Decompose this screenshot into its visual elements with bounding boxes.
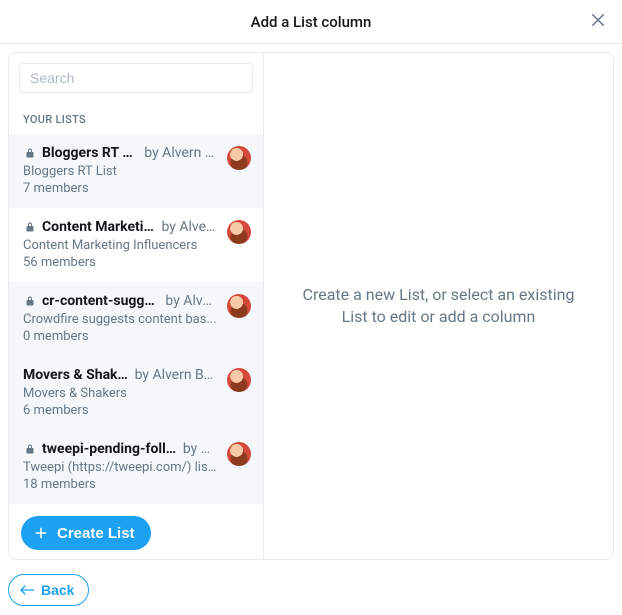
list-item-title-row: Content Marketing by Alver... — [23, 218, 251, 236]
search-wrap — [9, 53, 263, 99]
back-label: Back — [41, 582, 74, 598]
list-members-count: 7 members — [23, 181, 251, 196]
arrow-left-icon — [19, 583, 35, 597]
list-item[interactable]: Movers & Shakers by Alvern Bul...Movers … — [9, 356, 263, 430]
avatar — [227, 368, 251, 392]
lock-icon — [23, 443, 36, 456]
list-description: Movers & Shakers — [23, 386, 251, 401]
list-name: Content Marketing — [42, 218, 155, 236]
lists-container: Bloggers RT List by Alvern B...Bloggers … — [9, 134, 263, 504]
close-icon — [589, 11, 607, 33]
avatar — [227, 442, 251, 466]
left-scroll[interactable]: YOUR LISTS Bloggers RT List by Alvern B.… — [9, 53, 263, 559]
close-button[interactable] — [586, 10, 610, 34]
list-item-title-row: tweepi-pending-follow by A... — [23, 440, 251, 458]
empty-state-message: Create a new List, or select an existing… — [289, 284, 589, 328]
lock-icon — [23, 295, 36, 308]
plus-icon — [33, 525, 49, 541]
list-author: by A... — [183, 440, 219, 458]
lock-icon — [23, 221, 36, 234]
create-list-label: Create List — [57, 525, 135, 542]
list-item[interactable]: tweepi-pending-follow by A... Tweepi (htt… — [9, 430, 263, 504]
panel: YOUR LISTS Bloggers RT List by Alvern B.… — [8, 52, 614, 560]
list-item[interactable]: cr-content-suggest by Alve... Crowdfire s… — [9, 282, 263, 356]
list-item[interactable]: Content Marketing by Alver...Content Mar… — [9, 208, 263, 282]
list-members-count: 18 members — [23, 477, 251, 492]
avatar — [227, 220, 251, 244]
modal-header: Add a List column — [0, 0, 622, 44]
list-description: Tweepi (https://tweepi.com/) list ... — [23, 460, 251, 475]
list-members-count: 0 members — [23, 329, 251, 344]
panel-wrap: YOUR LISTS Bloggers RT List by Alvern B.… — [0, 44, 622, 560]
list-members-count: 6 members — [23, 403, 251, 418]
list-item-title-row: Bloggers RT List by Alvern B... — [23, 144, 251, 162]
modal-title: Add a List column — [251, 13, 372, 31]
list-description: Content Marketing Influencers — [23, 238, 251, 253]
list-description: Crowdfire suggests content bas... — [23, 312, 251, 327]
search-input[interactable] — [19, 63, 253, 93]
list-name: tweepi-pending-follow — [42, 440, 177, 458]
list-item-title-row: cr-content-suggest by Alve... — [23, 292, 251, 310]
list-name: cr-content-suggest — [42, 292, 159, 310]
list-name: Movers & Shakers — [23, 366, 129, 384]
list-author: by Alver... — [161, 218, 219, 236]
your-lists-header: YOUR LISTS — [9, 99, 263, 134]
create-list-button[interactable]: Create List — [21, 516, 151, 550]
lock-icon — [23, 147, 36, 160]
right-column: Create a new List, or select an existing… — [264, 53, 613, 559]
footer: Back — [0, 560, 622, 614]
list-description: Bloggers RT List — [23, 164, 251, 179]
left-column: YOUR LISTS Bloggers RT List by Alvern B.… — [9, 53, 264, 559]
list-author: by Alve... — [165, 292, 219, 310]
list-members-count: 56 members — [23, 255, 251, 270]
avatar — [227, 294, 251, 318]
list-author: by Alvern Bul... — [135, 366, 219, 384]
list-item[interactable]: Bloggers RT List by Alvern B...Bloggers … — [9, 134, 263, 208]
avatar — [227, 146, 251, 170]
back-button[interactable]: Back — [8, 574, 89, 606]
create-row: Create List — [9, 504, 263, 559]
list-name: Bloggers RT List — [42, 144, 138, 162]
list-item-title-row: Movers & Shakers by Alvern Bul... — [23, 366, 251, 384]
list-author: by Alvern B... — [144, 144, 219, 162]
